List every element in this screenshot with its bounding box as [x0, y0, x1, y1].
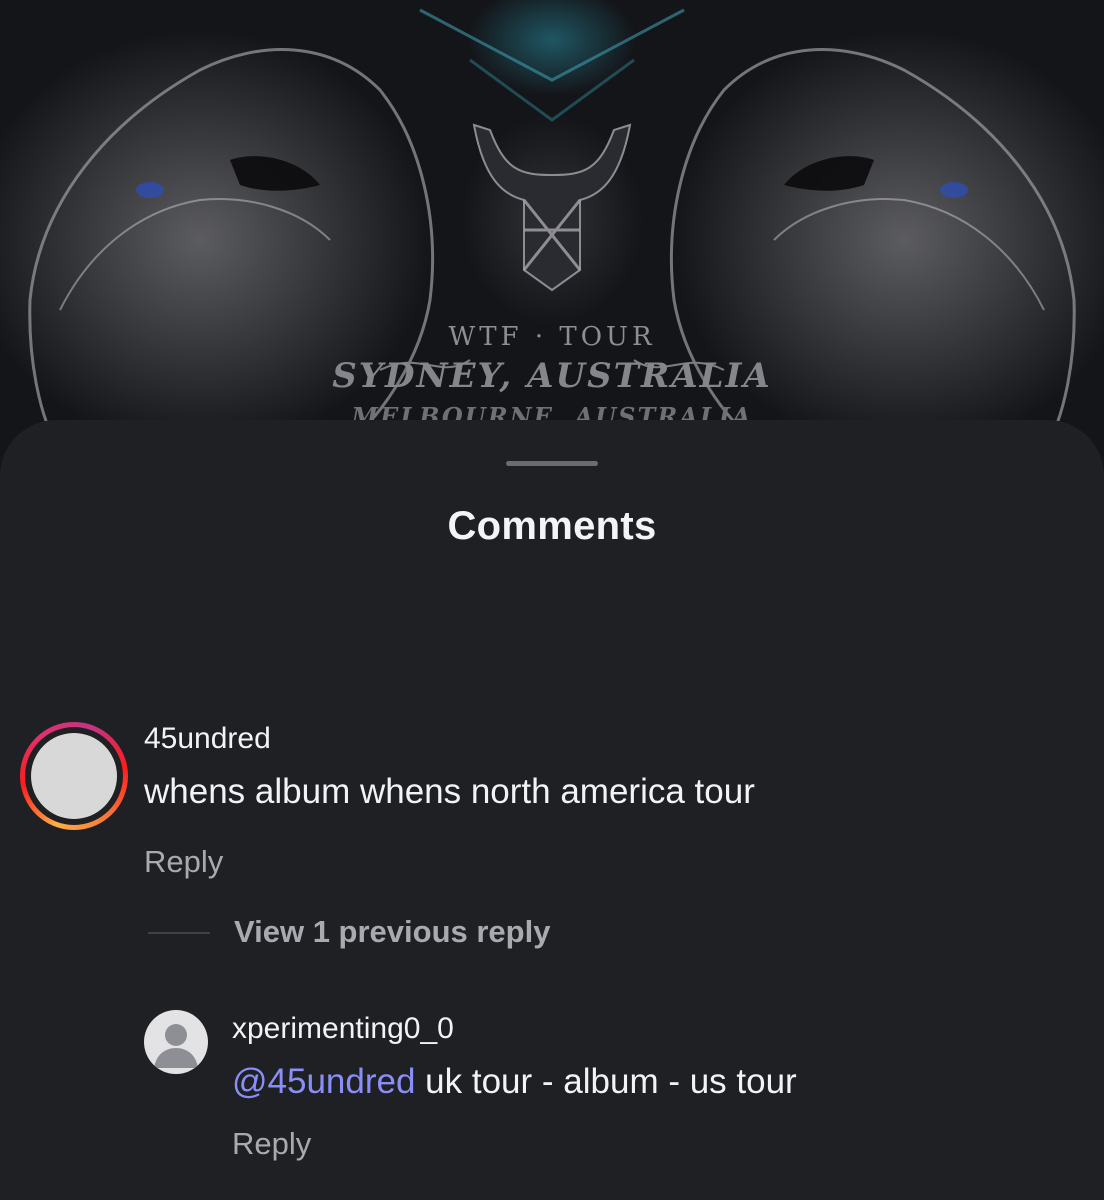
post-artwork: WTF · TOUR SYDNEY, AUSTRALIA MELBOURNE, … [0, 0, 1104, 470]
default-profile-icon [154, 1024, 198, 1068]
comments-sheet: Comments 45undred whens album whens nort… [0, 420, 1104, 1200]
tour-city-text: SYDNEY, AUSTRALIA [332, 356, 772, 396]
comment-username[interactable]: 45undred [144, 722, 271, 756]
reply-body-text: uk tour - album - us tour [415, 1062, 797, 1101]
view-replies-divider [148, 932, 210, 934]
sheet-title: Comments [447, 504, 657, 548]
avatar-image [31, 733, 117, 819]
reply-mention-link[interactable]: @45undred [232, 1062, 415, 1101]
reply-avatar[interactable] [144, 1010, 208, 1074]
tour-title-text: WTF · TOUR [448, 322, 656, 352]
screen: WTF · TOUR SYDNEY, AUSTRALIA MELBOURNE, … [0, 0, 1104, 1200]
view-previous-replies-button[interactable]: View 1 previous reply [234, 914, 550, 950]
reply-reply-button[interactable]: Reply [232, 1126, 311, 1162]
reply-username[interactable]: xperimenting0_0 [232, 1012, 454, 1046]
reply-text: @45undred uk tour - album - us tour [232, 1062, 797, 1102]
comment-reply-button[interactable]: Reply [144, 844, 223, 880]
comment-avatar[interactable] [20, 722, 128, 830]
artwork-graphic [28, 8, 1076, 452]
comment-text: whens album whens north america tour [144, 772, 755, 811]
sheet-drag-handle[interactable] [506, 461, 598, 466]
